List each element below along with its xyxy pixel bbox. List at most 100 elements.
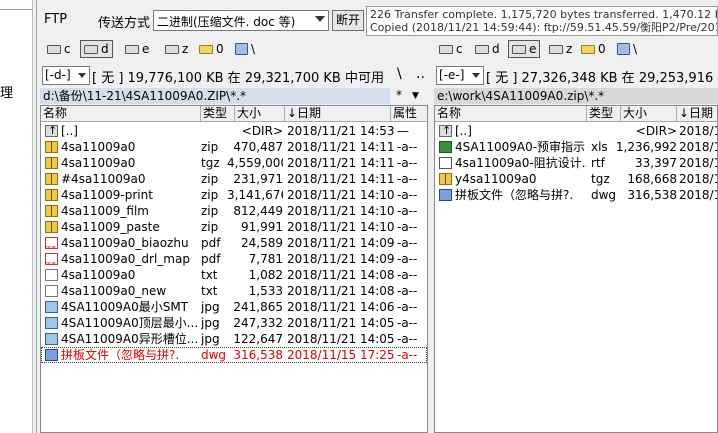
- drive-letter: 0: [216, 42, 224, 56]
- file-row[interactable]: y4sa11009a0 tgz 168,668 2018/1: [435, 171, 717, 187]
- column-header-attr[interactable]: 属性: [391, 106, 427, 122]
- file-row[interactable]: 4sa11009a0 zip 470,487 2018/11/21 14:11 -a--: [41, 139, 427, 155]
- column-header-size[interactable]: 大小: [235, 106, 285, 122]
- column-header-type[interactable]: 类型: [587, 106, 621, 122]
- file-row[interactable]: 4sa11009a0_biaozhupdf24,5892018/11/21 14…: [41, 235, 427, 251]
- left-drive-value: [-d-]: [45, 68, 71, 82]
- file-attr: -a--: [397, 300, 418, 314]
- drive-letter: e: [142, 42, 150, 56]
- file-row[interactable]: 4sa11009a0_drl_mappdf7,7812018/11/21 14:…: [41, 251, 427, 267]
- left-path[interactable]: d:\备份\11-21\4SA11009A0.ZIP\*.*: [40, 88, 390, 104]
- file-attr: -a--: [397, 252, 418, 266]
- column-header-date[interactable]: ↓日期: [677, 106, 717, 122]
- drive-button-d[interactable]: d: [80, 40, 113, 58]
- drive-button-e[interactable]: e: [122, 40, 152, 58]
- file-size: <DIR>: [241, 124, 283, 138]
- file-attr: -a--: [397, 220, 418, 234]
- ftp-log-line: Copied (2018/11/21 14:59:44): ftp://59.5…: [370, 21, 717, 34]
- drive-button-network[interactable]: \: [232, 40, 258, 58]
- drive-letter: z: [566, 42, 573, 56]
- file-name: 4SA11009A0-预审指示: [455, 140, 586, 154]
- folder-icon: [199, 44, 213, 54]
- file-attr: -a--: [397, 188, 418, 202]
- column-header-date[interactable]: ↓日期: [285, 106, 391, 122]
- file-size: 24,589: [241, 236, 283, 250]
- file-row[interactable]: 4sa11009a0-阻抗设计... rtf 33,397 2018/1: [435, 155, 717, 171]
- file-date: 2018/11/21 14:09: [287, 236, 395, 250]
- file-name: 拼板文件（忽略与拼?.: [455, 188, 574, 202]
- disconnect-button[interactable]: 断开: [332, 10, 364, 31]
- drive-button-e[interactable]: e: [508, 40, 541, 58]
- file-row[interactable]: 4SA11009A0异形槽位... jpg 122,647 2018/11/21 14…: [41, 331, 427, 347]
- file-row[interactable]: 4sa11009_film zip 812,449 2018/11/21 14:10-…: [41, 203, 427, 219]
- file-row[interactable]: 拼板文件（忽略与拼?. dwg 316,538 2018/11/15 17:25 -a-…: [41, 347, 427, 363]
- file-name: 4sa11009-print: [61, 188, 153, 202]
- drive-icon: [47, 44, 61, 54]
- drive-letter: d: [101, 42, 109, 56]
- file-name: 拼板文件（忽略与拼?.: [61, 348, 180, 362]
- right-path[interactable]: e:\work\4SA11009A0.zip\*.*: [434, 88, 718, 104]
- left-root-button[interactable]: \: [397, 66, 402, 82]
- file-attr: -a--: [397, 332, 418, 346]
- drive-button-z[interactable]: z: [162, 40, 191, 58]
- file-date: 2018/11/21 14:06: [287, 300, 395, 314]
- file-attr: -a--: [397, 236, 418, 250]
- drive-button-network[interactable]: \: [614, 40, 640, 58]
- network-drive-icon: [549, 44, 563, 54]
- left-free-space: [ 无 ] 19,776,100 KB 在 29,321,700 KB 中可用: [92, 71, 384, 86]
- ftp-log[interactable]: 226 Transfer complete. 1,175,720 bytes t…: [366, 6, 718, 36]
- drive-button-c[interactable]: c: [436, 40, 466, 58]
- file-row[interactable]: 4sa11009-print zip 3,141,676 2018/11/21 14:…: [41, 187, 427, 203]
- drive-button-0[interactable]: 0: [578, 40, 609, 58]
- network-icon: [235, 43, 248, 55]
- chevron-down-icon: [472, 73, 480, 78]
- file-size: 4,559,000: [227, 156, 283, 170]
- column-header-name[interactable]: 名称: [41, 106, 201, 122]
- file-size: 812,449: [233, 204, 283, 218]
- column-header-type[interactable]: 类型: [201, 106, 235, 122]
- file-row[interactable]: [..] <DIR> 2018/11/21 14:53—: [41, 123, 427, 139]
- file-row[interactable]: 4SA11009A0最小SMT jpg 241,865 2018/11/21 14:0…: [41, 299, 427, 315]
- file-row[interactable]: #4sa11009a0 zip 231,971 2018/11/21 14:11 -a-…: [41, 171, 427, 187]
- left-drive-select[interactable]: [-d-]: [42, 66, 90, 85]
- file-name: 4sa11009a0_drl_map: [61, 252, 190, 266]
- file-name: 4sa11009a0: [61, 156, 136, 170]
- right-file-panel[interactable]: 名称 类型 大小 ↓日期 [..]<DIR>2018/14SA11009A0-预…: [434, 105, 718, 433]
- file-row[interactable]: 4sa11009a0_new txt 1,533 2018/11/21 14:08 -a…: [41, 283, 427, 299]
- file-row[interactable]: 4sa11009a0 tgz 4,559,000 2018/11/21 14:11 -a…: [41, 155, 427, 171]
- drive-letter: \: [633, 42, 638, 56]
- file-size: 316,538: [627, 188, 677, 202]
- file-row[interactable]: [..] <DIR>2018/1: [435, 123, 717, 139]
- transfer-mode-value: 二进制(压缩文件. doc 等): [157, 15, 296, 29]
- transfer-mode-select[interactable]: 二进制(压缩文件. doc 等): [153, 10, 329, 31]
- column-header-size[interactable]: 大小: [621, 106, 677, 122]
- right-drive-select[interactable]: [-e-]: [436, 66, 484, 85]
- left-up-button[interactable]: ..: [416, 66, 425, 82]
- file-date: 2018/11/21 14:11: [287, 156, 395, 170]
- left-path-filter[interactable]: *: [396, 88, 402, 102]
- file-date: 2018/11/21 14:10: [287, 204, 395, 218]
- background-window-edge: [0, 0, 33, 10]
- chevron-down-icon: [315, 16, 325, 22]
- drive-icon: [125, 44, 139, 54]
- file-size: 247,332: [233, 316, 283, 330]
- drive-button-z[interactable]: z: [546, 40, 575, 58]
- drive-button-0[interactable]: 0: [196, 40, 227, 58]
- file-row[interactable]: 4sa11009a0 txt 1,082 2018/11/21 14:08 -a--: [41, 267, 427, 283]
- network-icon: [617, 43, 630, 55]
- file-row[interactable]: 4SA11009A0顶层最小... jpg 247,332 2018/11/21 14…: [41, 315, 427, 331]
- file-date: 2018/1: [679, 140, 718, 154]
- column-header-name[interactable]: 名称: [435, 106, 587, 122]
- history-dropdown-icon[interactable]: ▼: [412, 91, 419, 101]
- file-name: 4SA11009A0顶层最小...: [61, 316, 199, 330]
- file-row[interactable]: 4SA11009A0-预审指示 xls 1,236,992 2018/1: [435, 139, 717, 155]
- drive-icon: [475, 44, 489, 54]
- right-free-space: [ 无 ] 27,326,348 KB 在 29,253,916 KB 中: [486, 71, 718, 86]
- file-attr: -a--: [397, 156, 418, 170]
- file-name: 4sa11009a0-阻抗设计...: [455, 156, 587, 170]
- file-row[interactable]: 4sa11009_paste zip 91,991 2018/11/21 14:10-…: [41, 219, 427, 235]
- file-row[interactable]: 拼板文件（忽略与拼?. dwg 316,538 2018/1: [435, 187, 717, 203]
- drive-button-c[interactable]: c: [44, 40, 74, 58]
- drive-button-d[interactable]: d: [472, 40, 503, 58]
- left-file-panel[interactable]: 名称 类型 大小 ↓日期 属性 [..] <DIR> 2018/11/21 14:5…: [40, 105, 428, 433]
